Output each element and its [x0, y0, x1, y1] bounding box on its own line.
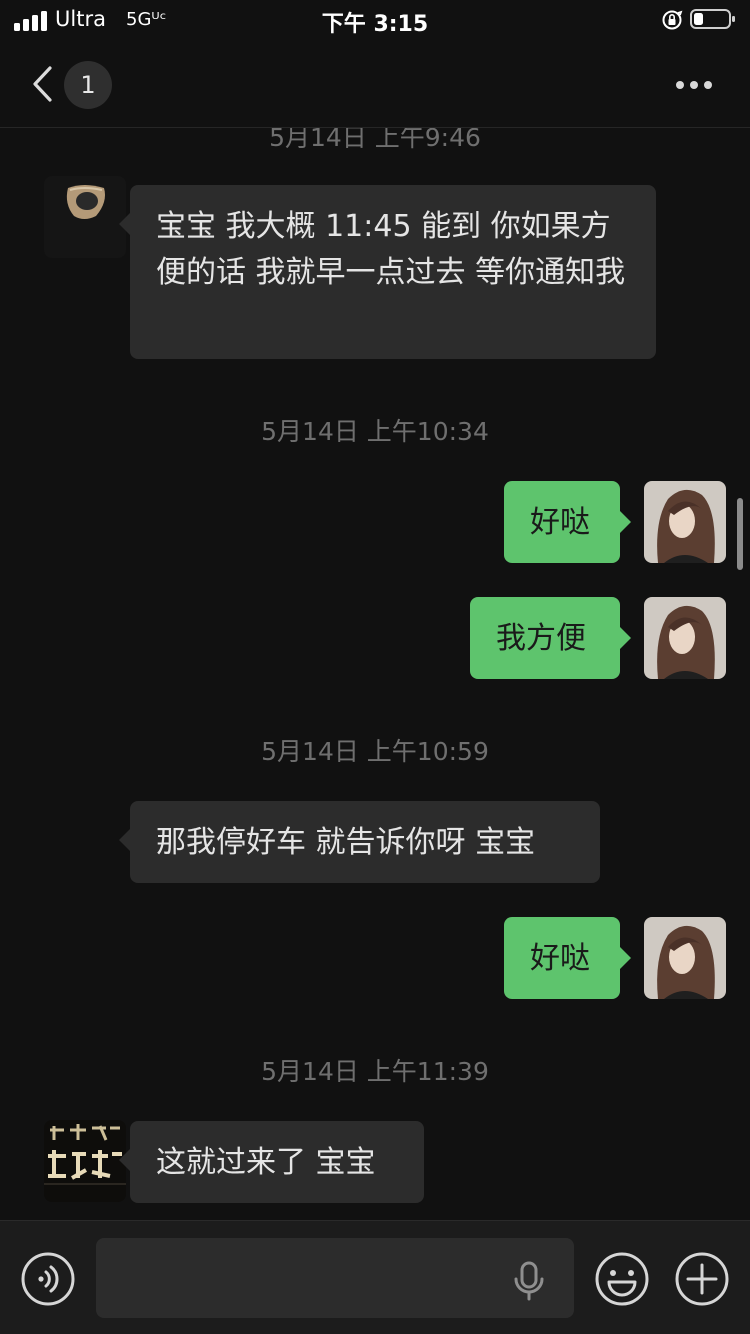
message-text: 这就过来了 宝宝 [156, 1145, 376, 1180]
self-avatar[interactable] [644, 917, 726, 999]
message-bubble-outgoing[interactable]: 好哒 [504, 917, 631, 999]
timestamp: 5月14日 上午11:39 [261, 1057, 489, 1086]
timestamp: 5月14日 上午10:34 [261, 417, 489, 446]
message-text: 好哒 [530, 941, 590, 976]
message-bubble-incoming[interactable]: 这就过来了 宝宝 [119, 1121, 424, 1203]
back-icon[interactable] [28, 64, 56, 104]
battery-icon [690, 9, 735, 29]
scrollbar-thumb[interactable] [737, 498, 743, 570]
contact-avatar[interactable] [44, 1120, 126, 1202]
chat-header: 1 [0, 42, 750, 128]
voice-toggle-icon[interactable] [20, 1251, 76, 1307]
add-icon[interactable] [674, 1251, 730, 1307]
self-avatar[interactable] [644, 481, 726, 563]
emoji-icon[interactable] [594, 1251, 650, 1307]
mic-icon[interactable] [512, 1261, 546, 1301]
orientation-lock-icon [662, 10, 683, 30]
chat-screen: Ultra 5Gᵁᶜ 下午 3:15 1 5月14日 上午9:46 宝宝 我大概… [0, 0, 750, 1334]
message-text: 宝宝 我大概 11:45 能到 你如果方便的话 我就早一点过去 等你通知我 [156, 209, 626, 290]
message-input[interactable] [96, 1238, 574, 1318]
message-list[interactable]: 5月14日 上午9:46 宝宝 我大概 11:45 能到 你如果方便的话 我就早… [0, 128, 750, 1220]
unread-count-badge[interactable]: 1 [64, 61, 112, 109]
message-text: 我方便 [496, 621, 586, 656]
more-icon[interactable] [672, 75, 716, 95]
timestamp: 5月14日 上午10:59 [261, 737, 489, 766]
message-text: 好哒 [530, 505, 590, 540]
contact-avatar[interactable] [44, 176, 126, 258]
status-time: 下午 3:15 [321, 12, 429, 37]
message-bubble-outgoing[interactable]: 好哒 [504, 481, 631, 563]
message-bubble-outgoing[interactable]: 我方便 [470, 597, 631, 679]
message-text: 那我停好车 就告诉你呀 宝宝 [156, 825, 536, 860]
input-bar [0, 1220, 750, 1334]
status-bar: Ultra 5Gᵁᶜ 下午 3:15 [0, 0, 750, 42]
self-avatar[interactable] [644, 597, 726, 679]
message-bubble-incoming[interactable]: 那我停好车 就告诉你呀 宝宝 [119, 801, 600, 883]
timestamp: 5月14日 上午9:46 [269, 128, 481, 152]
message-bubble-incoming[interactable]: 宝宝 我大概 11:45 能到 你如果方便的话 我就早一点过去 等你通知我 [119, 185, 656, 359]
